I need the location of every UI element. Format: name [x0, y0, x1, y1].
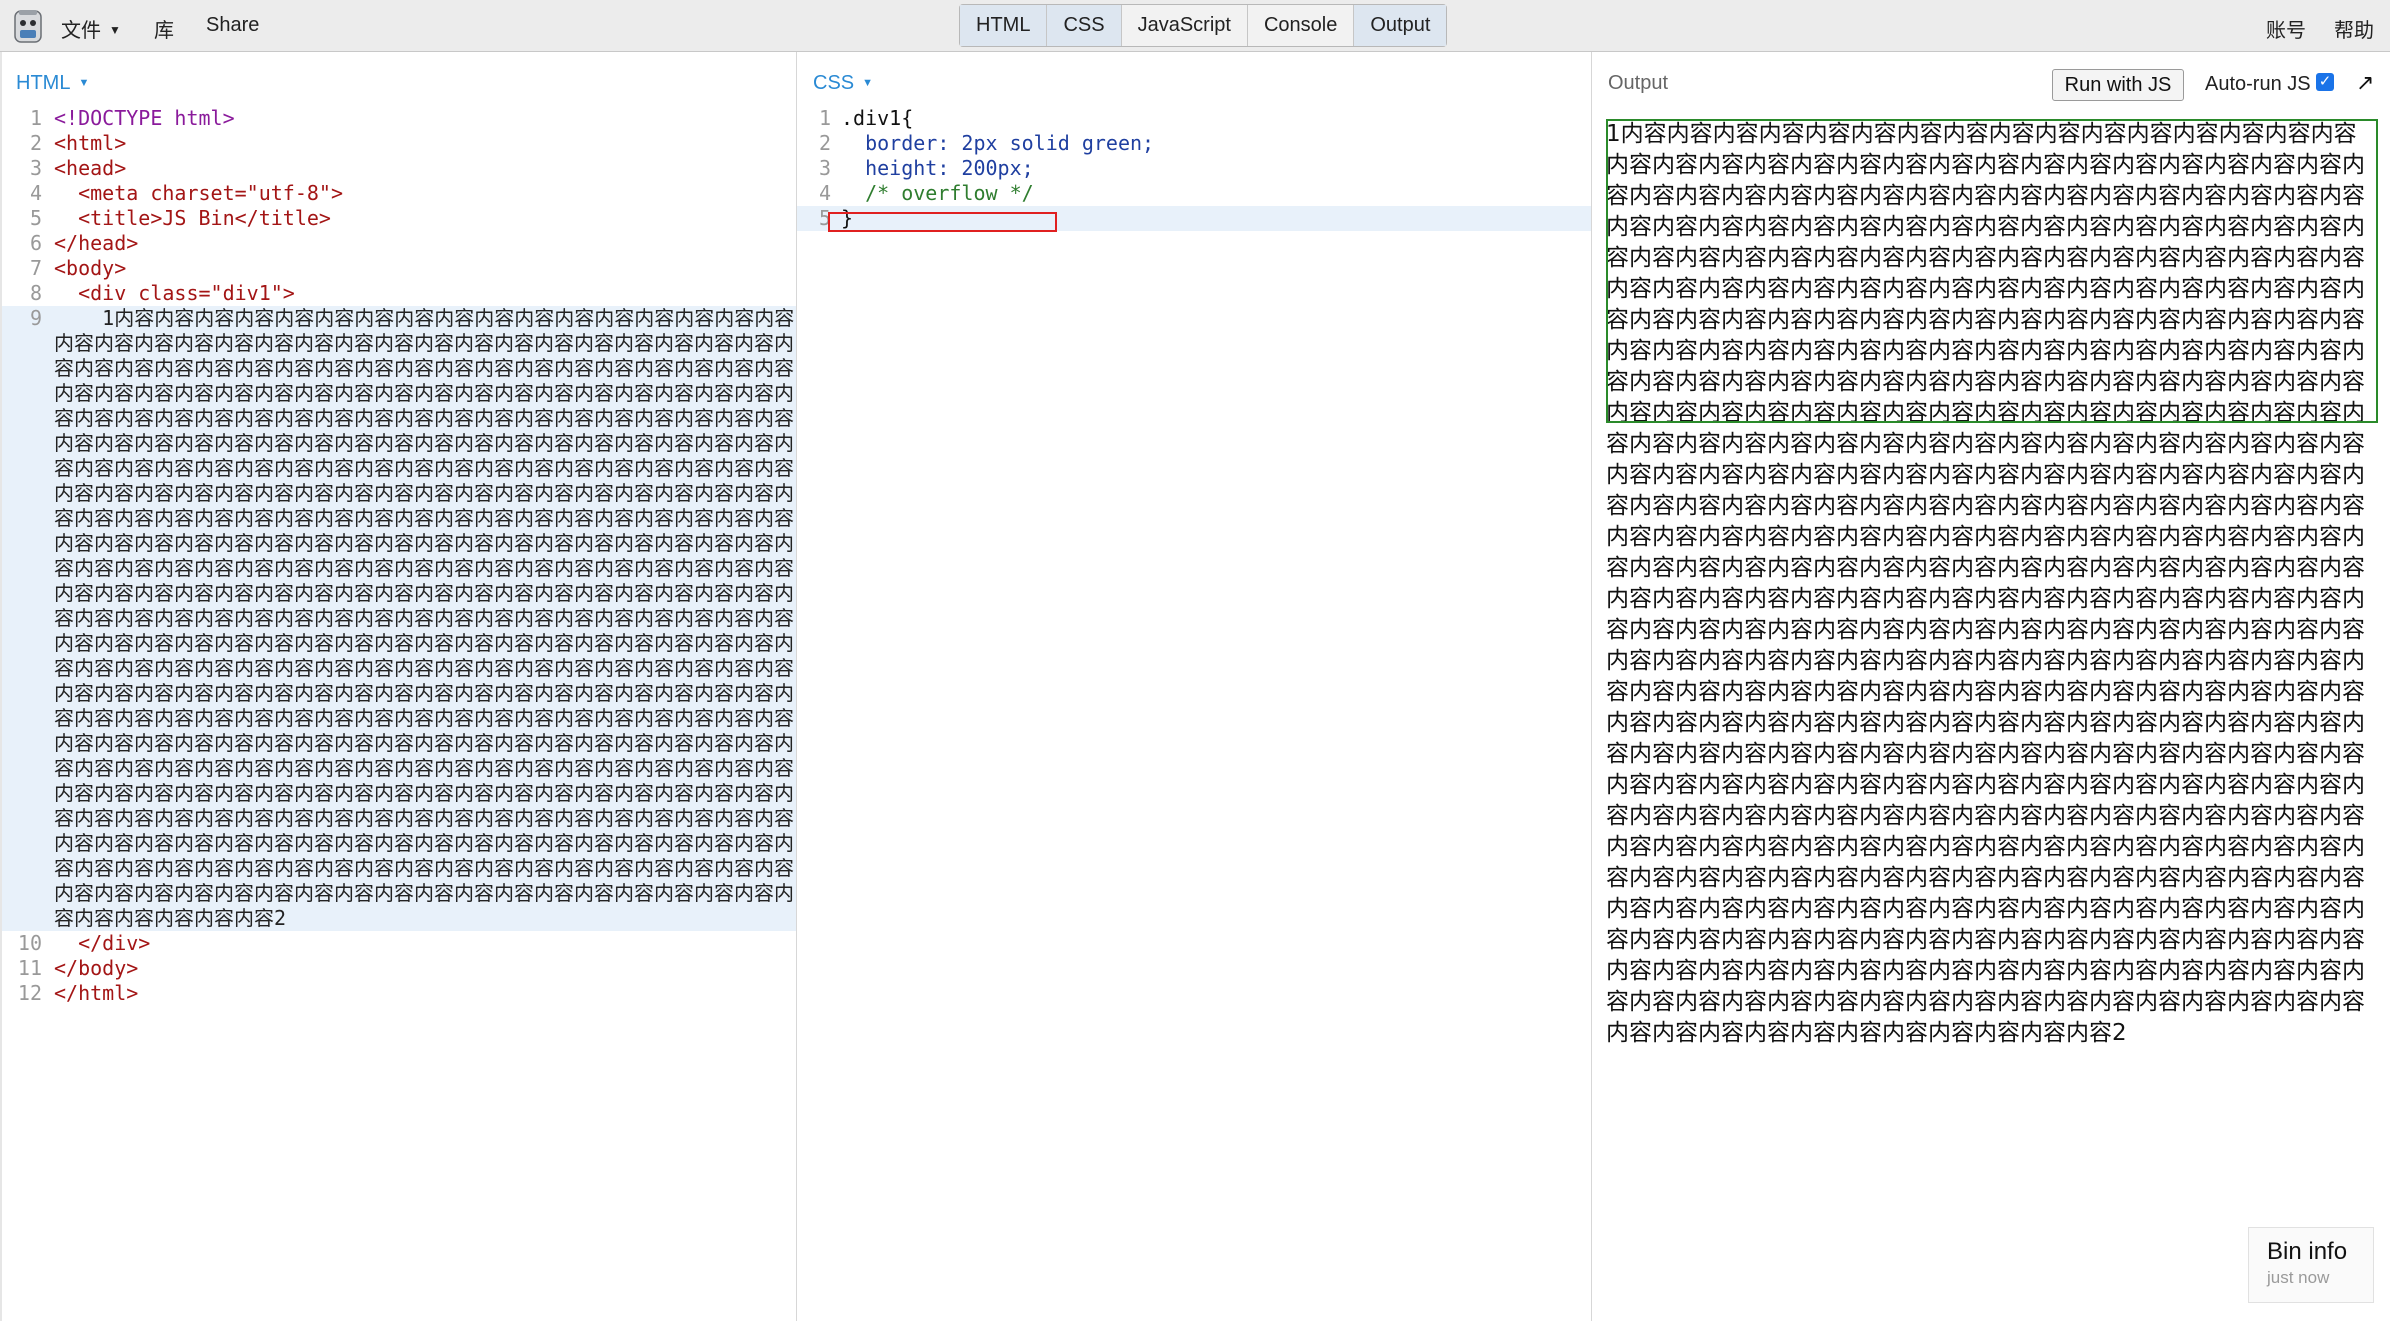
code-line-text: border: 2px solid green;: [841, 131, 1155, 155]
code-line: 4 /* overflow */: [797, 181, 1591, 206]
css-panel-label[interactable]: CSS ▼: [813, 72, 873, 95]
code-line-text: </html>: [54, 981, 139, 1005]
code-line: 8 <div class="div1">: [2, 281, 796, 306]
popout-arrow-icon[interactable]: ↗: [2356, 70, 2374, 96]
tab-output[interactable]: Output: [1354, 5, 1447, 46]
code-line-active: 9 1内容内容内容内容内容内容内容内容内容内容内容内容内容内容内容内容内容内容内…: [2, 306, 796, 931]
autorun-checkbox[interactable]: ✓: [2316, 73, 2334, 91]
top-bar: 文件 ▼ 库 Share HTML CSS JavaScript Console …: [0, 0, 2390, 52]
caret-down-icon: ▼: [862, 77, 874, 89]
caret-down-icon: ▼: [78, 77, 90, 89]
css-panel-label-text: CSS: [813, 72, 855, 94]
html-panel-label[interactable]: HTML ▼: [16, 72, 89, 95]
menu-help[interactable]: 帮助: [2334, 14, 2374, 43]
css-panel: CSS ▼ 1 .div1{ 2 border: 2px solid green; …: [797, 52, 1592, 1321]
code-line-text: </body>: [54, 956, 139, 980]
html-code-editor[interactable]: 1 <!DOCTYPE html> 2 <html> 3 <head> 4 <meta…: [2, 106, 796, 1006]
code-line: 6 </head>: [2, 231, 796, 256]
menu-file-label: 文件: [61, 20, 101, 42]
menu-file[interactable]: 文件 ▼: [61, 14, 121, 43]
panel-tabs: HTML CSS JavaScript Console Output: [959, 4, 1448, 47]
bin-info-subtitle: just now: [2267, 1268, 2330, 1287]
code-line-text: /* overflow */: [841, 181, 1034, 205]
html-panel-label-text: HTML: [16, 72, 71, 94]
autorun-label: Auto-run JS: [2205, 73, 2311, 95]
run-with-js-button[interactable]: Run with JS: [2052, 69, 2184, 101]
code-line-text: height: 200px;: [841, 156, 1034, 180]
css-code-editor[interactable]: 1 .div1{ 2 border: 2px solid green; 3 hei…: [797, 106, 1591, 231]
code-line-text: <title>JS Bin</title>: [54, 206, 331, 230]
menu-account[interactable]: 账号: [2266, 14, 2306, 43]
code-line: 4 <meta charset="utf-8">: [2, 181, 796, 206]
code-line: 10 </div>: [2, 931, 796, 956]
code-line: 12 </html>: [2, 981, 796, 1006]
tab-console[interactable]: Console: [1248, 5, 1355, 46]
output-title: Output: [1608, 72, 1669, 94]
code-line: 2 <html>: [2, 131, 796, 156]
code-line-text: 1内容内容内容内容内容内容内容内容内容内容内容内容内容内容内容内容内容内容内容内…: [54, 306, 795, 930]
menu-library[interactable]: 库: [154, 14, 174, 43]
code-line: 7 <body>: [2, 256, 796, 281]
code-line: 11 </body>: [2, 956, 796, 981]
code-line-text: <head>: [54, 156, 127, 180]
menu-share[interactable]: Share: [206, 14, 259, 37]
code-line: 1 .div1{: [797, 106, 1591, 131]
code-line: 2 border: 2px solid green;: [797, 131, 1591, 156]
output-rendered-content: 1内容内容内容内容内容内容内容内容内容内容内容内容内容内容内容内容内容内容内容内…: [1606, 121, 2365, 1046]
code-line-text: <div class="div1">: [54, 281, 295, 305]
code-line: 3 height: 200px;: [797, 156, 1591, 181]
caret-down-icon: ▼: [109, 23, 121, 37]
code-line-text: </div>: [54, 931, 151, 955]
html-panel: HTML ▼ 1 <!DOCTYPE html> 2 <html> 3 <head> 4…: [0, 52, 797, 1321]
code-line-text: .div1{: [841, 106, 914, 130]
code-line: 5 <title>JS Bin</title>: [2, 206, 796, 231]
code-line-text: <meta charset="utf-8">: [54, 181, 343, 205]
code-line-text: <body>: [54, 256, 127, 280]
code-line-text: </head>: [54, 231, 139, 255]
code-line-text: }: [841, 206, 854, 230]
code-line: 3 <head>: [2, 156, 796, 181]
code-line-text: <html>: [54, 131, 127, 155]
code-line-text: <!DOCTYPE html>: [54, 106, 235, 130]
code-line: 1 <!DOCTYPE html>: [2, 106, 796, 131]
bin-info[interactable]: Bin info just now: [2248, 1227, 2374, 1303]
tab-html[interactable]: HTML: [960, 5, 1048, 46]
code-line-active: 5}: [797, 206, 1591, 231]
bin-info-title: Bin info: [2267, 1238, 2348, 1265]
jsbin-logo-icon[interactable]: [12, 8, 44, 44]
tab-css[interactable]: CSS: [1047, 5, 1122, 46]
tab-javascript[interactable]: JavaScript: [1122, 5, 1248, 46]
